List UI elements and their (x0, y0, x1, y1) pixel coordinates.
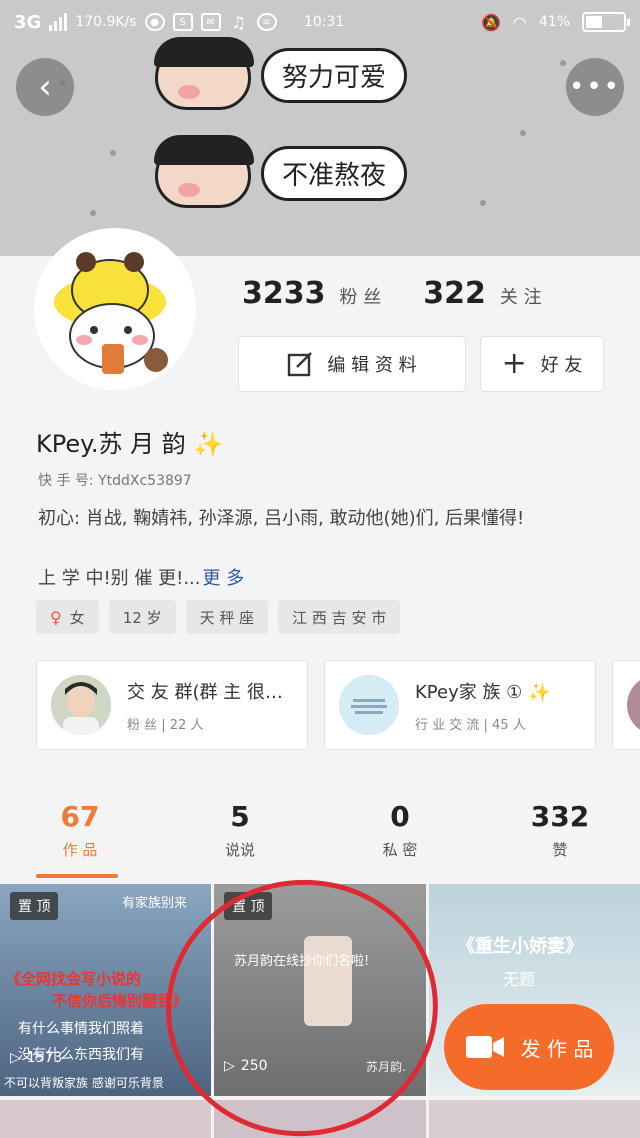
cartoon-face-icon (154, 135, 254, 208)
tab-private-count: 0 (390, 800, 410, 833)
group-title: 交 友 群(群 主 很… (127, 681, 283, 703)
plus-icon: + (501, 346, 527, 381)
group-logo-icon (339, 675, 399, 735)
battery-icon (582, 12, 630, 32)
avatar-bear-icon (38, 232, 192, 386)
tab-private-label: 私 密 (382, 841, 418, 859)
group-avatar (51, 675, 111, 735)
net-speed: 170.9K/s (75, 14, 137, 30)
group-card-2[interactable]: KPey家 族 ① ✨ 行 业 交 流 | 45 人 (324, 660, 596, 750)
content-tabs: 67 作 品 5 说说 0 私 密 332 赞 (0, 800, 640, 882)
profile-tags: ♀ 女 12 岁 天 秤 座 江 西 吉 安 市 (36, 600, 401, 634)
group-card-1[interactable]: 交 友 群(群 主 很… 粉 丝 | 22 人 (36, 660, 308, 750)
tab-moments-label: 说说 (224, 841, 255, 859)
profile-name-text: KPey.苏 月 韵 (36, 430, 186, 458)
active-tab-indicator (36, 874, 118, 878)
sparkle-icon: ✨ (528, 681, 551, 703)
signal-icon (49, 13, 68, 31)
following-label[interactable]: 关 注 (500, 283, 542, 309)
play-icon: ▷ (10, 1050, 21, 1066)
network-type: 3G (14, 11, 42, 33)
chevron-left-icon: ‹ (38, 67, 52, 107)
tab-moments-count: 5 (230, 800, 250, 833)
publish-label: 发 作 品 (520, 1036, 594, 1061)
play-count-text: 1573 (26, 1050, 63, 1066)
work-item-6[interactable] (429, 1100, 640, 1138)
s-app-icon: S (172, 13, 193, 31)
follow-stats: 3233 粉 丝 322 关 注 (242, 276, 570, 311)
tab-works[interactable]: 67 作 品 (0, 800, 160, 882)
tag-age: 12 岁 (108, 600, 176, 634)
sticker-text-cute: 努力可爱 (261, 47, 408, 103)
work-title: 《重生小娇妻》 (457, 936, 583, 957)
group-avatar (627, 675, 640, 735)
avatar[interactable] (34, 228, 196, 390)
tab-works-count: 67 (60, 800, 100, 833)
volume-icon: ♫ (231, 12, 246, 32)
work-caption-3: 不可以背叛家族 感谢可乐背景 (4, 1076, 164, 1090)
work-headline: 《全网找会写小说的 (6, 970, 142, 988)
tab-private[interactable]: 0 私 密 (320, 800, 480, 882)
work-subtitle: 无题 (503, 970, 536, 989)
group-card-3[interactable] (612, 660, 640, 750)
more-dots-icon: ••• (568, 72, 621, 102)
edit-icon (288, 352, 313, 377)
more-button[interactable]: ••• (566, 58, 624, 116)
bio-line2: 上 学 中!别 催 更!... (38, 568, 201, 589)
following-count[interactable]: 322 (423, 276, 486, 311)
group-subtitle: 行 业 交 流 | 45 人 (415, 717, 526, 733)
sticker-no-late: 不准熬夜 (154, 135, 408, 208)
play-count: ▷ 1573 (10, 1050, 62, 1066)
sparkle-icon: ✨ (193, 430, 224, 458)
work-caption-1: 有什么事情我们照着 (18, 1021, 144, 1037)
tab-moments[interactable]: 5 说说 (160, 800, 320, 882)
bio-second-line: 上 学 中!别 催 更!... 更 多 (38, 564, 244, 590)
tag-zodiac: 天 秤 座 (185, 600, 269, 634)
status-bar: 3G 170.9K/s ● S ✉ ♫ ≡ 10:31 🔕 ◠ 41% (0, 0, 640, 44)
tab-likes-count: 332 (530, 800, 590, 833)
tag-gender-text: 女 (69, 608, 85, 627)
edit-profile-button[interactable]: 编 辑 资 料 (238, 336, 466, 392)
tag-gender: ♀ 女 (36, 600, 99, 634)
pinned-badge: 置 顶 (10, 892, 59, 920)
mute-icon: 🔕 (480, 12, 501, 32)
tab-works-label: 作 品 (62, 841, 98, 859)
group-list: 交 友 群(群 主 很… 粉 丝 | 22 人 KPey家 族 ① ✨ 行 业 … (36, 660, 640, 750)
add-friend-button[interactable]: + 好 友 (480, 336, 604, 392)
group-subtitle: 粉 丝 | 22 人 (127, 717, 204, 733)
more-link[interactable]: 更 多 (202, 568, 244, 589)
bio-text: 初心: 肖战, 鞠婧祎, 孙泽源, 吕小雨, 敢动他(她)们, 后果懂得! (38, 508, 525, 529)
group-title: KPey家 族 ① ✨ (415, 678, 550, 704)
work-item-4[interactable] (0, 1100, 211, 1138)
data-icon: ≡ (256, 13, 277, 31)
clock: 10:31 (304, 14, 345, 30)
back-button[interactable]: ‹ (16, 58, 74, 116)
cartoon-face-icon (154, 37, 254, 110)
battery-percent: 41% (538, 14, 570, 30)
tab-likes[interactable]: 332 赞 (480, 800, 640, 882)
app-notification-icon: ● (144, 13, 165, 31)
person-photo-icon (51, 675, 111, 735)
edit-profile-label: 编 辑 资 料 (327, 355, 417, 376)
followers-label[interactable]: 粉 丝 (340, 283, 382, 309)
user-id[interactable]: 快 手 号: YtddXc53897 (38, 470, 192, 490)
group-avatar (339, 675, 399, 735)
sticker-text-no-late: 不准熬夜 (261, 145, 408, 201)
profile-name: KPey.苏 月 韵 ✨ (36, 424, 223, 459)
followers-count[interactable]: 3233 (242, 276, 326, 311)
publish-button[interactable]: 发 作 品 (444, 1004, 614, 1090)
female-icon: ♀ (50, 607, 62, 627)
wifi-icon: ◠ (512, 12, 527, 32)
sticker-cute: 努力可爱 (154, 37, 408, 110)
work-top-right-text: 有家族别来 (122, 896, 188, 911)
tab-likes-label: 赞 (552, 841, 568, 859)
profile-screen: 努力可爱 不准熬夜 3G 170.9K/s ● S ✉ ♫ ≡ 10:31 🔕 … (0, 0, 640, 1138)
add-friend-label: 好 友 (540, 355, 583, 376)
tag-location: 江 西 吉 安 市 (278, 600, 401, 634)
group-title-text: KPey家 族 ① (415, 681, 523, 703)
mail-icon: ✉ (200, 13, 221, 31)
video-camera-icon (465, 1036, 504, 1058)
